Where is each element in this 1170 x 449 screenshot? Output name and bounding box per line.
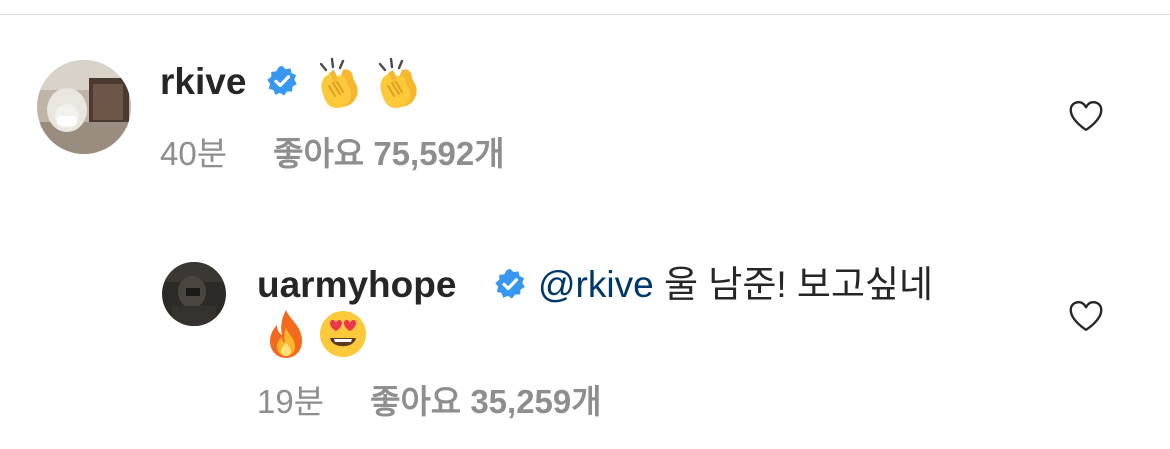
- clapping-hands-icon: [319, 57, 358, 108]
- clapping-hands-icon: [378, 57, 417, 108]
- like-count[interactable]: 좋아요 75,592개: [273, 135, 505, 172]
- heart-icon[interactable]: [1068, 100, 1104, 132]
- heart-icon[interactable]: [1068, 300, 1104, 332]
- reply-text: 울 남준! 보고싶네: [663, 264, 934, 305]
- avatar-photo: [162, 262, 226, 326]
- top-divider: [0, 14, 1170, 15]
- comment-text: @rkive 울 남준! 보고싶네: [538, 266, 933, 303]
- comment-meta: 40분 좋아요 75,592개: [160, 137, 505, 170]
- avatar[interactable]: [37, 60, 131, 154]
- heart-eyes-face-icon: [320, 311, 366, 357]
- comment-username[interactable]: uarmyhope: [257, 264, 456, 305]
- comment-time: 40분: [160, 135, 228, 172]
- mention-link[interactable]: @rkive: [538, 264, 654, 305]
- like-count[interactable]: 좋아요 35,259개: [370, 383, 602, 420]
- avatar-photo: [37, 60, 131, 154]
- comment-meta: 19분 좋아요 35,259개: [257, 385, 602, 418]
- fire-icon: [270, 310, 302, 358]
- comment-username[interactable]: rkive: [160, 63, 246, 100]
- verified-badge-icon: [495, 268, 525, 299]
- comment-time: 19분: [257, 383, 325, 420]
- comment-body: uarmyhope: [257, 266, 456, 303]
- verified-badge-icon: [267, 65, 297, 96]
- avatar[interactable]: [162, 262, 226, 326]
